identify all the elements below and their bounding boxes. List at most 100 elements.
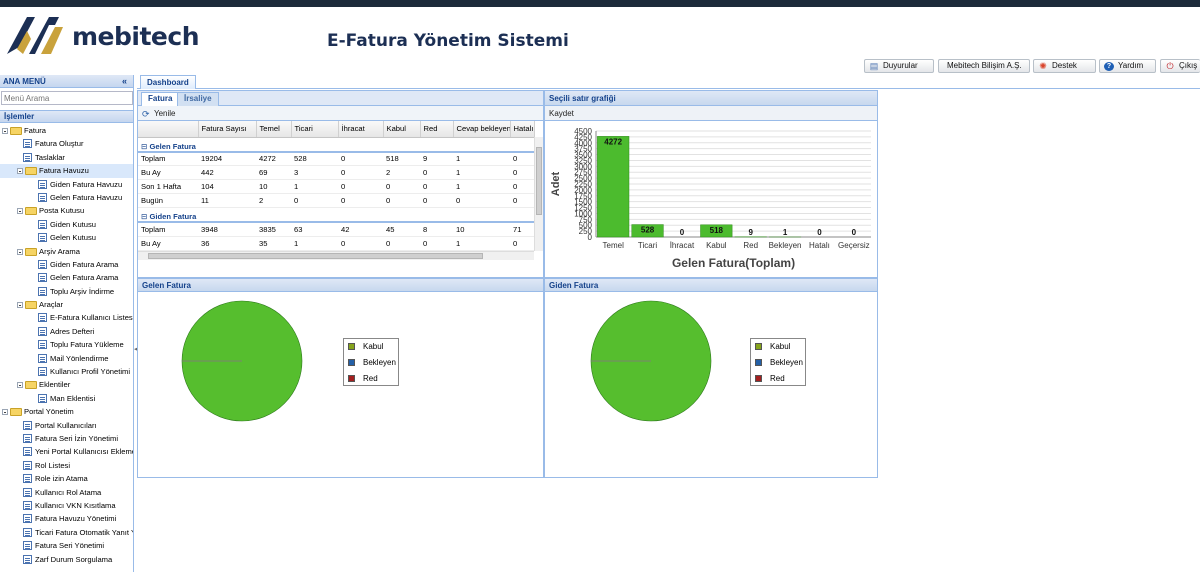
tab-irsaliye[interactable]: İrsaliye (177, 92, 219, 106)
table-cell: 0 (510, 236, 534, 251)
menu-item-giden-fatura-havuzu[interactable]: Giden Fatura Havuzu (0, 178, 133, 191)
collapse-toggle-icon[interactable] (17, 208, 23, 215)
table-row[interactable]: Son 1 Hafta 104 10 1 0 0 0 1 0 (138, 179, 534, 194)
logout-button[interactable]: ⏻ Çıkış (1160, 59, 1200, 73)
menu-item-fatura-havuzu[interactable]: Fatura Havuzu (0, 164, 133, 178)
collapse-icon[interactable]: « (122, 76, 127, 86)
collapse-toggle-icon[interactable] (17, 382, 23, 389)
table-row[interactable]: Bu Ay 36 35 1 0 0 0 1 0 (138, 236, 534, 251)
menu-item-label: Mail Yönlendirme (50, 353, 109, 363)
menu-item-gelen-fatura-arama[interactable]: Gelen Fatura Arama (0, 271, 133, 284)
legend-label: Kabul (770, 342, 791, 351)
menu-item-label: Giden Fatura Havuzu (50, 179, 123, 189)
column-header-kabul[interactable]: Kabul (383, 121, 421, 138)
menu-item-posta-kutusu[interactable]: Posta Kutusu (0, 204, 133, 217)
menu-item-kullanici-rol-atama[interactable]: Kullanıcı Rol Atama (0, 486, 133, 499)
menu-item-yeni-portal-kullanicisi-ekleme[interactable]: Yeni Portal Kullanıcısı Ekleme (0, 445, 133, 458)
menu-item-gelen-kutusu[interactable]: Gelen Kutusu (0, 231, 133, 244)
table-cell: 1 (453, 236, 510, 251)
collapse-toggle-icon[interactable] (17, 248, 23, 255)
table-cell: 0 (383, 179, 420, 194)
column-header-name[interactable] (138, 121, 199, 138)
support-button[interactable]: ✺ Destek (1033, 59, 1096, 73)
collapse-toggle-icon[interactable] (17, 302, 23, 309)
column-header-hatali[interactable]: Hatalı (510, 121, 535, 138)
menu-item-adres-defteri[interactable]: Adres Defteri (0, 325, 133, 338)
tab-fatura[interactable]: Fatura (141, 92, 180, 106)
column-header-cevap-bekleyen[interactable]: Cevap bekleyen (453, 121, 511, 138)
menu-item-kullanici-profil-yonetimi[interactable]: Kullanıcı Profil Yönetimi (0, 365, 133, 378)
legend-label: Red (363, 374, 378, 383)
x-tick-label: Temel (603, 241, 625, 250)
announcements-button[interactable]: ▤ Duyurular (864, 59, 934, 73)
grid-horizontal-scrollbar[interactable] (138, 251, 534, 260)
table-cell: 0 (420, 193, 453, 208)
document-icon (38, 219, 47, 229)
menu-item-label: Araçlar (39, 300, 64, 310)
menu-item-taslaklar[interactable]: Taslaklar (0, 151, 133, 164)
column-header-ticari[interactable]: Ticari (291, 121, 339, 138)
save-button[interactable]: Kaydet (549, 109, 574, 118)
menu-item-toplu-arsiv-indirme[interactable]: Toplu Arşiv İndirme (0, 285, 133, 298)
menu-item-role-izin-atama[interactable]: Role izin Atama (0, 472, 133, 485)
y-axis-label: Adet (550, 171, 562, 196)
column-header-temel[interactable]: Temel (256, 121, 292, 138)
menu-item-fatura-havuzu-yonetimi[interactable]: Fatura Havuzu Yönetimi (0, 512, 133, 525)
menu-item-giden-kutusu[interactable]: Giden Kutusu (0, 218, 133, 231)
table-cell: 528 (291, 151, 338, 166)
menu-item-arsiv-arama[interactable]: Arşiv Arama (0, 245, 133, 258)
table-row[interactable]: Bugün 11 2 0 0 0 0 0 0 (138, 193, 534, 208)
menu-item-label: Adres Defteri (50, 326, 95, 336)
table-cell: 36 (198, 236, 256, 251)
collapse-toggle-icon[interactable] (2, 409, 8, 416)
table-cell: 19204 (198, 151, 256, 166)
menu-item-toplu-fatura-yukleme[interactable]: Toplu Fatura Yükleme (0, 338, 133, 351)
menu-search-input[interactable] (1, 91, 133, 105)
menu-item-portal-yonetim[interactable]: Portal Yönetim (0, 405, 133, 418)
grid-toolbar: ⟳ Yenile (138, 106, 543, 121)
legend-swatch (755, 343, 762, 350)
menu-item-fatura[interactable]: Fatura (0, 124, 133, 137)
grid-vertical-scrollbar[interactable] (534, 137, 543, 251)
column-header-ihracat[interactable]: İhracat (338, 121, 384, 138)
column-header-fatura-sayisi[interactable]: Fatura Sayısı (198, 121, 257, 138)
menu-item-zarf-durum-sorgulama[interactable]: Zarf Durum Sorgulama (0, 553, 133, 566)
menu-item-fatura-olustur[interactable]: Fatura Oluştur (0, 137, 133, 150)
document-icon (23, 554, 32, 564)
menu-item-fatura-seri-yonetimi[interactable]: Fatura Seri Yönetimi (0, 539, 133, 552)
menu-item-araclar[interactable]: Araçlar (0, 298, 133, 311)
menu-item-label: Giden Fatura Arama (50, 259, 119, 269)
document-icon (23, 152, 32, 162)
table-row[interactable]: Bu Ay 442 69 3 0 2 0 1 0 (138, 165, 534, 180)
company-button[interactable]: Mebitech Bilişim A.Ş. (938, 59, 1030, 73)
menu-item-kullanici-vkn-kisitlama[interactable]: Kullanıcı VKN Kısıtlama (0, 499, 133, 512)
table-row[interactable]: Toplam 19204 4272 528 0 518 9 1 0 (138, 151, 534, 166)
collapse-toggle-icon[interactable] (2, 128, 8, 134)
menu-item-fatura-seri-izin-yonetimi[interactable]: Fatura Seri İzin Yönetimi (0, 432, 133, 445)
app-title: E-Fatura Yönetim Sistemi (327, 31, 569, 51)
menu-item-e-fatura-kullanici-listesi[interactable]: E-Fatura Kullanıcı Listesi (0, 311, 134, 324)
group-header[interactable]: Gelen Fatura (138, 137, 534, 153)
menu-item-label: E-Fatura Kullanıcı Listesi (50, 313, 134, 323)
collapse-toggle-icon[interactable] (17, 168, 23, 175)
menu-item-mail-yonlendirme[interactable]: Mail Yönlendirme (0, 352, 133, 365)
document-icon (38, 326, 47, 336)
refresh-button[interactable]: ⟳ Yenile (142, 109, 176, 119)
menu-item-rol-listesi[interactable]: Rol Listesi (0, 459, 133, 472)
menu-item-man-eklentisi[interactable]: Man Eklentisi (0, 392, 133, 405)
help-button[interactable]: ? Yardım (1099, 59, 1156, 73)
menu-item-ticari-fatura-otomatik-yanit-yonetimi[interactable]: Ticari Fatura Otomatik Yanıt Yönetimi (0, 526, 133, 539)
group-header[interactable]: Giden Fatura (138, 207, 534, 223)
menu-item-gelen-fatura-havuzu[interactable]: Gelen Fatura Havuzu (0, 191, 133, 204)
bar-temel[interactable] (597, 136, 630, 238)
menu-item-portal-kullanicilari[interactable]: Portal Kullanıcıları (0, 419, 133, 432)
menu-item-giden-fatura-arama[interactable]: Giden Fatura Arama (0, 258, 133, 271)
table-row[interactable]: Toplam 3948 3835 63 42 45 8 10 71 (138, 222, 534, 237)
tab-dashboard[interactable]: Dashboard (140, 75, 196, 89)
grid-body: Fatura Sayısı Temel Ticari İhracat Kabul Red C… (138, 121, 543, 262)
menu-item-eklentiler[interactable]: Eklentiler (0, 378, 133, 391)
legend-label: Red (770, 374, 785, 383)
menu-header: ANA MENÜ « (0, 75, 133, 88)
column-header-red[interactable]: Red (420, 121, 454, 138)
menu-section-header: İşlemler (0, 110, 133, 123)
